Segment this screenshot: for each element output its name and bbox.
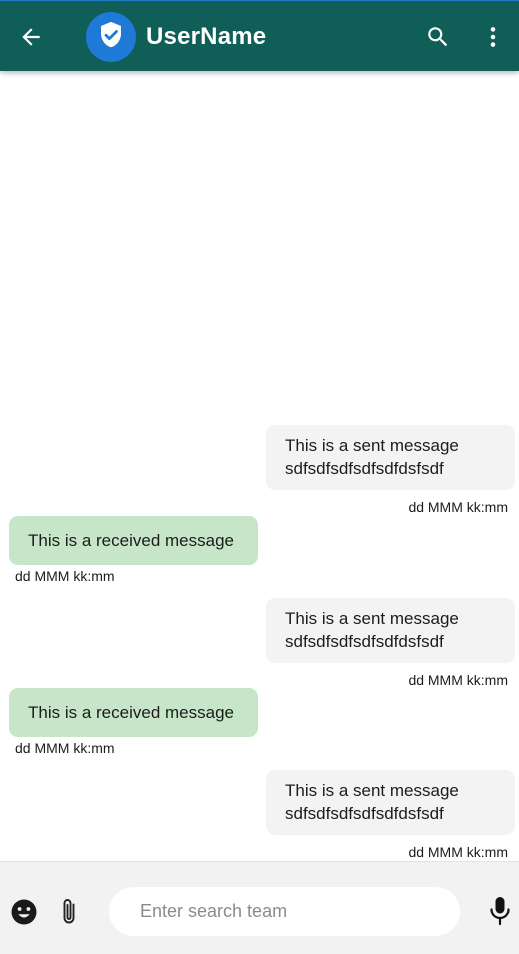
shield-check-icon bbox=[96, 20, 126, 55]
message-timestamp: dd MMM kk:mm bbox=[15, 568, 115, 584]
received-message-bubble[interactable]: This is a received message bbox=[9, 688, 258, 737]
avatar[interactable] bbox=[86, 12, 136, 62]
sent-message-bubble[interactable]: This is a sent message sdfsdfsdfsdfsdfds… bbox=[266, 598, 515, 663]
emoji-icon[interactable] bbox=[10, 898, 38, 926]
contact-name[interactable]: UserName bbox=[146, 21, 266, 53]
message-composer bbox=[0, 861, 519, 954]
message-text: This is a received message bbox=[28, 531, 234, 550]
message-text: sdfsdfsdfsdfsdfdsfsdf bbox=[285, 804, 444, 823]
message-text: This is a sent message bbox=[285, 781, 459, 800]
message-input[interactable] bbox=[109, 887, 460, 936]
sent-message-bubble[interactable]: This is a sent message sdfsdfsdfsdfsdfds… bbox=[266, 425, 515, 490]
message-timestamp: dd MMM kk:mm bbox=[408, 844, 508, 860]
more-vertical-icon[interactable] bbox=[479, 23, 507, 51]
received-message-bubble[interactable]: This is a received message bbox=[9, 516, 258, 565]
arrow-left-icon[interactable] bbox=[16, 22, 46, 52]
message-text: sdfsdfsdfsdfsdfdsfsdf bbox=[285, 459, 444, 478]
app-bar: UserName bbox=[0, 0, 519, 71]
sent-message-bubble[interactable]: This is a sent message sdfsdfsdfsdfsdfds… bbox=[266, 770, 515, 835]
search-icon[interactable] bbox=[424, 23, 452, 51]
message-text: sdfsdfsdfsdfsdfdsfsdf bbox=[285, 632, 444, 651]
message-timestamp: dd MMM kk:mm bbox=[408, 499, 508, 515]
message-list[interactable]: This is a sent message sdfsdfsdfsdfsdfds… bbox=[0, 71, 519, 861]
message-text: This is a received message bbox=[28, 703, 234, 722]
message-timestamp: dd MMM kk:mm bbox=[15, 740, 115, 756]
message-text: This is a sent message bbox=[285, 609, 459, 628]
paperclip-icon[interactable] bbox=[57, 897, 81, 927]
message-timestamp: dd MMM kk:mm bbox=[408, 672, 508, 688]
microphone-icon[interactable] bbox=[487, 895, 513, 927]
message-text: This is a sent message bbox=[285, 436, 459, 455]
chat-screen: UserName This is a sent message sdfsdfsd… bbox=[0, 0, 519, 954]
